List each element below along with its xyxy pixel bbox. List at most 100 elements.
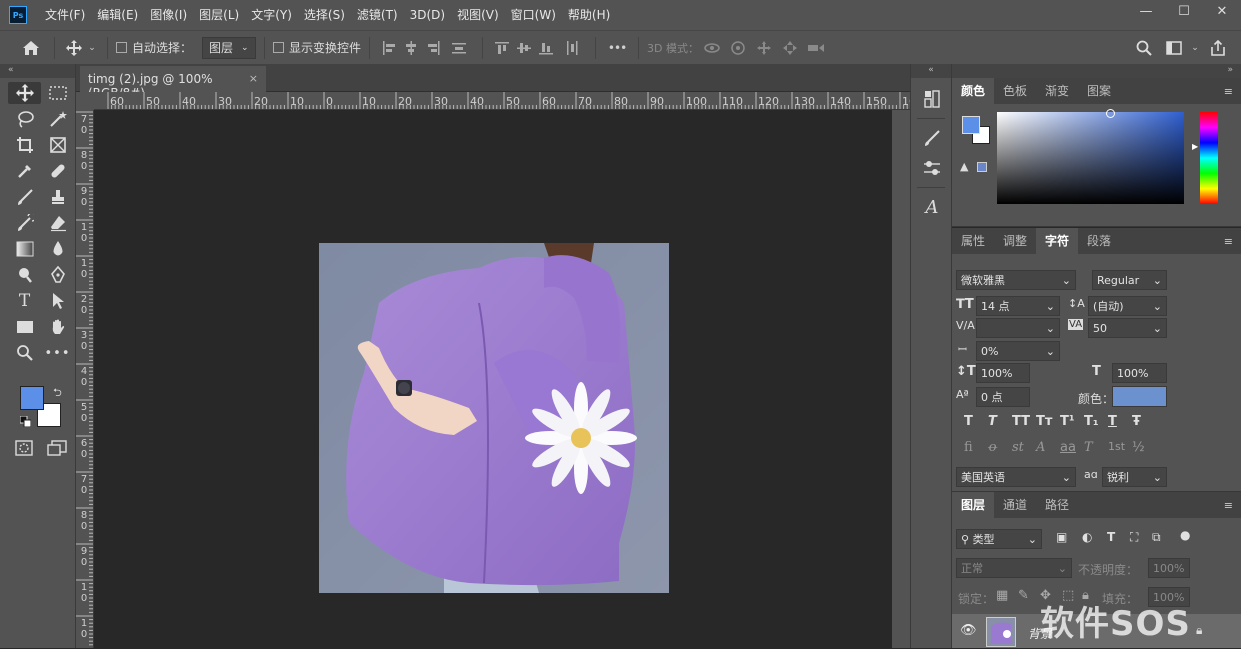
- all-caps-button[interactable]: TT: [1012, 414, 1036, 429]
- tracking-field[interactable]: 50 ⌄: [1088, 318, 1167, 338]
- panel-dock-expand-button[interactable]: »: [952, 64, 1241, 78]
- foreground-color-swatch-top[interactable]: [20, 386, 44, 410]
- tab-color[interactable]: 颜色: [952, 78, 995, 104]
- quick-mask-icon[interactable]: [15, 440, 33, 459]
- menu-layer[interactable]: 图层(L): [193, 0, 245, 30]
- gamut-color-swatch[interactable]: [977, 162, 987, 172]
- color-picker-cursor[interactable]: [1106, 109, 1115, 118]
- panel-dock-collapse-button[interactable]: «: [911, 64, 951, 78]
- auto-select-toggle[interactable]: 自动选择：: [116, 39, 192, 56]
- 3d-slide-icon[interactable]: [777, 40, 803, 55]
- move-tool-icon[interactable]: [63, 39, 85, 56]
- menu-view[interactable]: 视图(V): [451, 0, 505, 30]
- blend-mode-select[interactable]: 正常 ⌄: [956, 558, 1072, 578]
- character-panel-icon[interactable]: A: [911, 192, 953, 222]
- lock-image-icon[interactable]: ✎: [1018, 588, 1029, 603]
- hand-tool[interactable]: [41, 316, 74, 338]
- font-style-select[interactable]: Regular ⌄: [1092, 270, 1167, 290]
- tab-layers[interactable]: 图层: [952, 492, 995, 518]
- menu-type[interactable]: 文字(Y): [245, 0, 298, 30]
- dodge-tool[interactable]: [8, 264, 41, 286]
- rectangle-tool[interactable]: [8, 316, 41, 338]
- move-tool[interactable]: [8, 82, 41, 104]
- brush-settings-icon[interactable]: [911, 123, 953, 153]
- faux-bold-button[interactable]: T: [964, 414, 988, 429]
- small-caps-button[interactable]: Tт: [1036, 414, 1060, 429]
- vertical-ruler[interactable]: 7 0 8 0 9 0 1 0 1 0 2 0 3 0 4 0 5 0 6 0 7 0 8 0 9 0 1…: [76, 110, 94, 648]
- edit-toolbar-icon[interactable]: •••: [41, 342, 74, 364]
- menu-help[interactable]: 帮助(H): [562, 0, 616, 30]
- vertical-scale-field[interactable]: 100%: [976, 363, 1030, 383]
- show-transform-checkbox[interactable]: [273, 42, 285, 53]
- share-icon[interactable]: [1208, 39, 1228, 56]
- language-select[interactable]: 美国英语 ⌄: [956, 467, 1076, 487]
- auto-select-target-dropdown[interactable]: 图层 ⌄: [202, 36, 257, 59]
- opacity-field[interactable]: 100%: [1148, 558, 1190, 578]
- show-transform-toggle[interactable]: 显示变换控件: [273, 39, 361, 56]
- path-selection-tool[interactable]: [41, 290, 74, 312]
- fractions-button[interactable]: ½: [1132, 440, 1156, 455]
- 3d-orbit-icon[interactable]: [699, 41, 725, 55]
- tab-patterns[interactable]: 图案: [1078, 78, 1120, 104]
- panel-menu-icon[interactable]: ≡: [1224, 235, 1233, 248]
- leading-field[interactable]: (自动) ⌄: [1088, 296, 1167, 316]
- workspace-icon[interactable]: [1164, 40, 1184, 55]
- filter-pixel-icon[interactable]: ▣: [1056, 530, 1067, 544]
- align-top-icon[interactable]: [491, 41, 513, 55]
- eyedropper-tool[interactable]: [8, 160, 41, 182]
- search-icon[interactable]: [1134, 40, 1154, 56]
- filter-shape-icon[interactable]: ⛶: [1130, 530, 1138, 545]
- menu-filter[interactable]: 滤镜(T): [351, 0, 404, 30]
- default-colors-icon[interactable]: [19, 415, 32, 430]
- history-brush-tool[interactable]: [8, 212, 41, 234]
- color-picker-field[interactable]: [997, 109, 1184, 204]
- history-panel-icon[interactable]: [911, 84, 953, 114]
- tab-adjustments[interactable]: 调整: [994, 228, 1036, 254]
- align-center-icon[interactable]: [400, 40, 422, 55]
- layer-kind-filter[interactable]: ⚲ 类型 ⌄: [956, 529, 1042, 549]
- hue-slider-handle-icon[interactable]: ▶: [1192, 142, 1198, 151]
- document-canvas-image[interactable]: [319, 243, 669, 593]
- tab-character[interactable]: 字符: [1036, 228, 1079, 254]
- tab-paths[interactable]: 路径: [1036, 492, 1078, 518]
- tsume-field[interactable]: 0% ⌄: [976, 341, 1060, 361]
- out-of-gamut-warning-icon[interactable]: ▲: [960, 160, 968, 173]
- align-middle-icon[interactable]: [513, 41, 535, 55]
- zoom-tool[interactable]: [8, 342, 41, 364]
- blur-tool[interactable]: [41, 238, 74, 260]
- menu-edit[interactable]: 编辑(E): [91, 0, 144, 30]
- align-left-icon[interactable]: [378, 40, 400, 55]
- filter-adjustment-icon[interactable]: ◐: [1082, 530, 1092, 544]
- 3d-pan-icon[interactable]: [751, 40, 777, 55]
- tab-gradients[interactable]: 渐变: [1036, 78, 1078, 104]
- faux-italic-button[interactable]: T: [988, 414, 1012, 429]
- ruler-origin[interactable]: [76, 92, 94, 110]
- filter-type-icon[interactable]: T: [1107, 530, 1115, 544]
- hue-slider[interactable]: [1200, 112, 1218, 204]
- pen-tool[interactable]: [41, 264, 74, 286]
- subscript-button[interactable]: T₁: [1084, 414, 1108, 429]
- swap-colors-icon[interactable]: ⮌: [53, 384, 62, 403]
- workspace-chevron-icon[interactable]: ⌄: [1188, 43, 1202, 53]
- 3d-roll-icon[interactable]: [725, 40, 751, 55]
- close-button[interactable]: ✕: [1203, 0, 1241, 22]
- panel-foreground-swatch[interactable]: [962, 116, 980, 134]
- frame-tool[interactable]: [41, 134, 74, 156]
- tool-preset-chevron-icon[interactable]: ⌄: [85, 43, 99, 53]
- document-tab[interactable]: timg (2).jpg @ 100%(RGB/8#) ×: [80, 66, 266, 100]
- marquee-tool[interactable]: [41, 82, 74, 104]
- minimize-button[interactable]: —: [1127, 0, 1165, 22]
- titling-alternates-button[interactable]: T: [1084, 440, 1108, 455]
- horizontal-scale-field[interactable]: 100%: [1112, 363, 1167, 383]
- close-document-icon[interactable]: ×: [249, 72, 258, 85]
- kerning-field[interactable]: ⌄: [976, 318, 1060, 338]
- tab-swatches[interactable]: 色板: [994, 78, 1036, 104]
- lasso-tool[interactable]: [8, 108, 41, 130]
- menu-window[interactable]: 窗口(W): [505, 0, 562, 30]
- eraser-tool[interactable]: [41, 212, 74, 234]
- antialias-select[interactable]: 锐利 ⌄: [1102, 467, 1167, 487]
- distribute-horizontal-icon[interactable]: [444, 41, 474, 55]
- brush-tool[interactable]: [8, 186, 41, 208]
- adjustments-slider-icon[interactable]: [911, 153, 953, 183]
- ordinals-button[interactable]: 1st: [1108, 440, 1132, 455]
